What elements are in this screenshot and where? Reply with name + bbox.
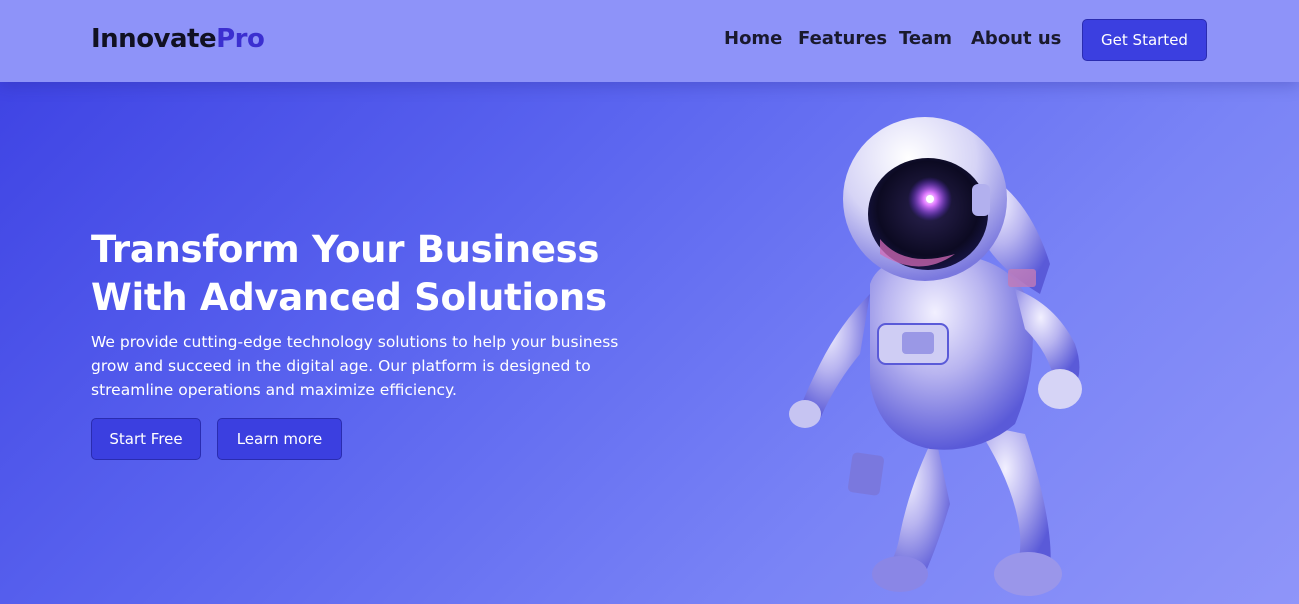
right-leg	[975, 424, 1051, 574]
hero-section: Transform Your Business With Advanced So…	[0, 82, 1299, 604]
hero-description: We provide cutting-edge technology solut…	[91, 333, 619, 399]
nav-link-about-us[interactable]: About us	[971, 28, 1061, 49]
helmet-lamp	[972, 184, 990, 216]
get-started-button[interactable]: Get Started	[1082, 19, 1207, 61]
nav-link-team[interactable]: Team	[899, 28, 952, 49]
flag-patch	[1008, 269, 1036, 287]
right-boot	[994, 552, 1062, 596]
top-navbar: InnovatePro Home Features Team About us …	[0, 0, 1299, 82]
nav-link-features[interactable]: Features	[798, 28, 887, 49]
left-arm	[800, 294, 870, 419]
chest-panel	[902, 332, 934, 354]
astronaut-illustration	[789, 117, 1082, 596]
left-boot	[872, 556, 928, 592]
learn-more-button[interactable]: Learn more	[217, 418, 342, 460]
nav-link-home[interactable]: Home	[724, 28, 782, 49]
start-free-button[interactable]: Start Free	[91, 418, 201, 460]
hero-title-line-2: With Advanced Solutions	[91, 276, 607, 319]
hero-title-line-1: Transform Your Business	[91, 228, 600, 271]
thigh-pocket	[848, 452, 884, 496]
left-glove	[789, 400, 821, 428]
right-glove	[1038, 369, 1082, 409]
visor-glow-core	[926, 195, 934, 203]
hero-title: Transform Your Business With Advanced So…	[91, 226, 691, 322]
